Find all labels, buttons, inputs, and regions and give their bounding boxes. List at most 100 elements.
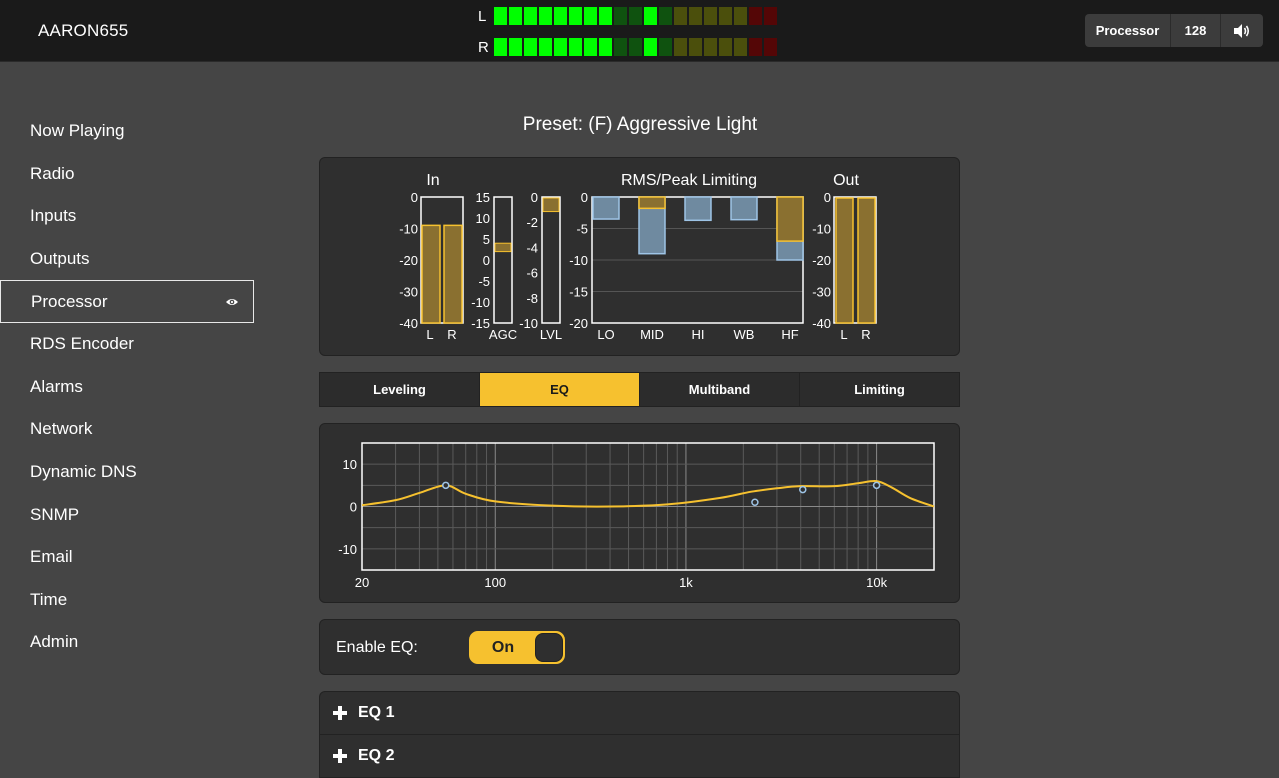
band-rms-bar	[730, 196, 758, 221]
eq-band-handle[interactable]	[751, 498, 759, 507]
sidebar-item-label: Dynamic DNS	[30, 462, 137, 482]
band-label: MID	[640, 327, 664, 342]
bitrate-button[interactable]: 128	[1171, 14, 1221, 47]
sidebar-item-admin[interactable]: Admin	[0, 621, 254, 664]
rms-tick-label: -20	[569, 316, 588, 331]
vu-segment	[539, 7, 552, 25]
in-level-bar	[421, 224, 441, 324]
vu-segment	[554, 38, 567, 56]
sidebar-item-email[interactable]: Email	[0, 536, 254, 579]
vu-segment	[644, 38, 657, 56]
eq-y-tick-label: 0	[350, 500, 357, 515]
vu-segment	[584, 38, 597, 56]
sidebar-item-processor[interactable]: Processor	[0, 280, 254, 323]
sidebar-item-label: SNMP	[30, 504, 80, 524]
sidebar-item-now-playing[interactable]: Now Playing	[0, 110, 254, 153]
sidebar-item-radio[interactable]: Radio	[0, 153, 254, 196]
agc-tick-label: 15	[476, 190, 490, 205]
rms-tick-label: -5	[576, 222, 588, 237]
out-level-bar	[835, 197, 854, 324]
enable-eq-panel: Enable EQ: On	[319, 619, 960, 675]
sidebar-item-network[interactable]: Network	[0, 408, 254, 451]
band-rms-bar	[592, 196, 620, 220]
agc-level-bar	[494, 242, 512, 253]
eq-band-handle[interactable]	[442, 481, 450, 490]
tab-leveling[interactable]: Leveling	[320, 373, 480, 406]
lvl-meter-frame	[541, 196, 561, 324]
agc-tick-label: 10	[476, 211, 490, 226]
vu-segment	[509, 7, 522, 25]
toggle-knob[interactable]	[535, 633, 563, 662]
enable-eq-toggle[interactable]: On	[469, 631, 565, 664]
out-tick-label: -10	[812, 222, 831, 237]
sidebar-item-inputs[interactable]: Inputs	[0, 195, 254, 238]
rms-tick-label: 0	[581, 190, 588, 205]
agc-tick-label: 5	[483, 232, 490, 247]
agc-tick-label: -10	[471, 295, 490, 310]
sidebar-item-dynamic-dns[interactable]: Dynamic DNS	[0, 451, 254, 494]
sidebar-item-snmp[interactable]: SNMP	[0, 493, 254, 536]
sidebar-item-time[interactable]: Time	[0, 579, 254, 622]
vu-segment	[584, 7, 597, 25]
sidebar-item-label: Radio	[30, 163, 75, 183]
vu-segment	[734, 38, 747, 56]
vu-segment	[539, 38, 552, 56]
out-channel-label: L	[840, 327, 847, 342]
accordion-label: EQ 2	[358, 747, 395, 764]
lvl-tick-label: -4	[526, 240, 538, 255]
eq-graph[interactable]: 100-1020 100 1k 10k	[320, 424, 961, 604]
sidebar-item-label: Admin	[30, 632, 79, 652]
lvl-tick-label: -10	[519, 316, 538, 331]
processor-tabs: Leveling EQ Multiband Limiting	[319, 372, 960, 407]
in-level-bar	[443, 224, 463, 324]
vu-segment	[719, 38, 732, 56]
vu-segment	[749, 7, 762, 25]
accordion-label: EQ 1	[358, 704, 395, 721]
eq-band-handle[interactable]	[799, 485, 807, 494]
lvl-tick-label: -6	[526, 266, 538, 281]
volume-button[interactable]	[1221, 14, 1263, 47]
preset-title: Preset: (F) Aggressive Light	[522, 114, 758, 135]
sidebar-item-outputs[interactable]: Outputs	[0, 238, 254, 281]
sidebar-item-rds-encoder[interactable]: RDS Encoder	[0, 323, 254, 366]
top-bar: AARON655 L R Processor 128	[0, 0, 1279, 62]
meter-in-title: In	[426, 172, 439, 189]
meter-out-title: Out	[833, 172, 859, 189]
band-rms-bar	[684, 196, 712, 222]
enable-eq-label: Enable EQ:	[336, 639, 418, 656]
band-label: LO	[597, 327, 614, 342]
eq-y-tick-label: 10	[343, 457, 357, 472]
sidebar-item-label: Alarms	[30, 376, 83, 396]
eye-icon	[226, 298, 238, 305]
vu-segment	[524, 7, 537, 25]
lvl-tick-label: -8	[526, 291, 538, 306]
eq-band-handle[interactable]	[872, 481, 881, 490]
sidebar-item-label: Now Playing	[30, 121, 125, 141]
sidebar-item-alarms[interactable]: Alarms	[0, 366, 254, 409]
lvl-level-bar	[542, 197, 560, 213]
vu-segment	[599, 38, 612, 56]
top-right-controls: Processor 128	[1085, 14, 1263, 47]
vu-segment	[734, 7, 747, 25]
vu-segment	[659, 7, 672, 25]
in-tick-label: -10	[399, 222, 418, 237]
vu-segment	[704, 7, 717, 25]
vu-segment	[524, 38, 537, 56]
out-tick-label: 0	[824, 190, 831, 205]
plus-icon	[333, 749, 347, 763]
in-channel-label: R	[447, 327, 456, 342]
vu-right-segments	[494, 38, 777, 56]
tab-limiting[interactable]: Limiting	[800, 373, 959, 406]
sidebar-item-label: Email	[30, 547, 73, 567]
processor-button[interactable]: Processor	[1085, 14, 1171, 47]
accordion-eq-1[interactable]: EQ 1	[320, 692, 959, 735]
eq-x-tick-label: 10k	[866, 575, 887, 590]
vu-segment	[689, 38, 702, 56]
vu-segment	[599, 7, 612, 25]
vu-segment	[554, 7, 567, 25]
out-level-bar	[857, 197, 876, 324]
accordion-eq-2[interactable]: EQ 2	[320, 735, 959, 778]
tab-eq[interactable]: EQ	[480, 373, 640, 406]
in-tick-label: 0	[411, 190, 418, 205]
tab-multiband[interactable]: Multiband	[640, 373, 800, 406]
